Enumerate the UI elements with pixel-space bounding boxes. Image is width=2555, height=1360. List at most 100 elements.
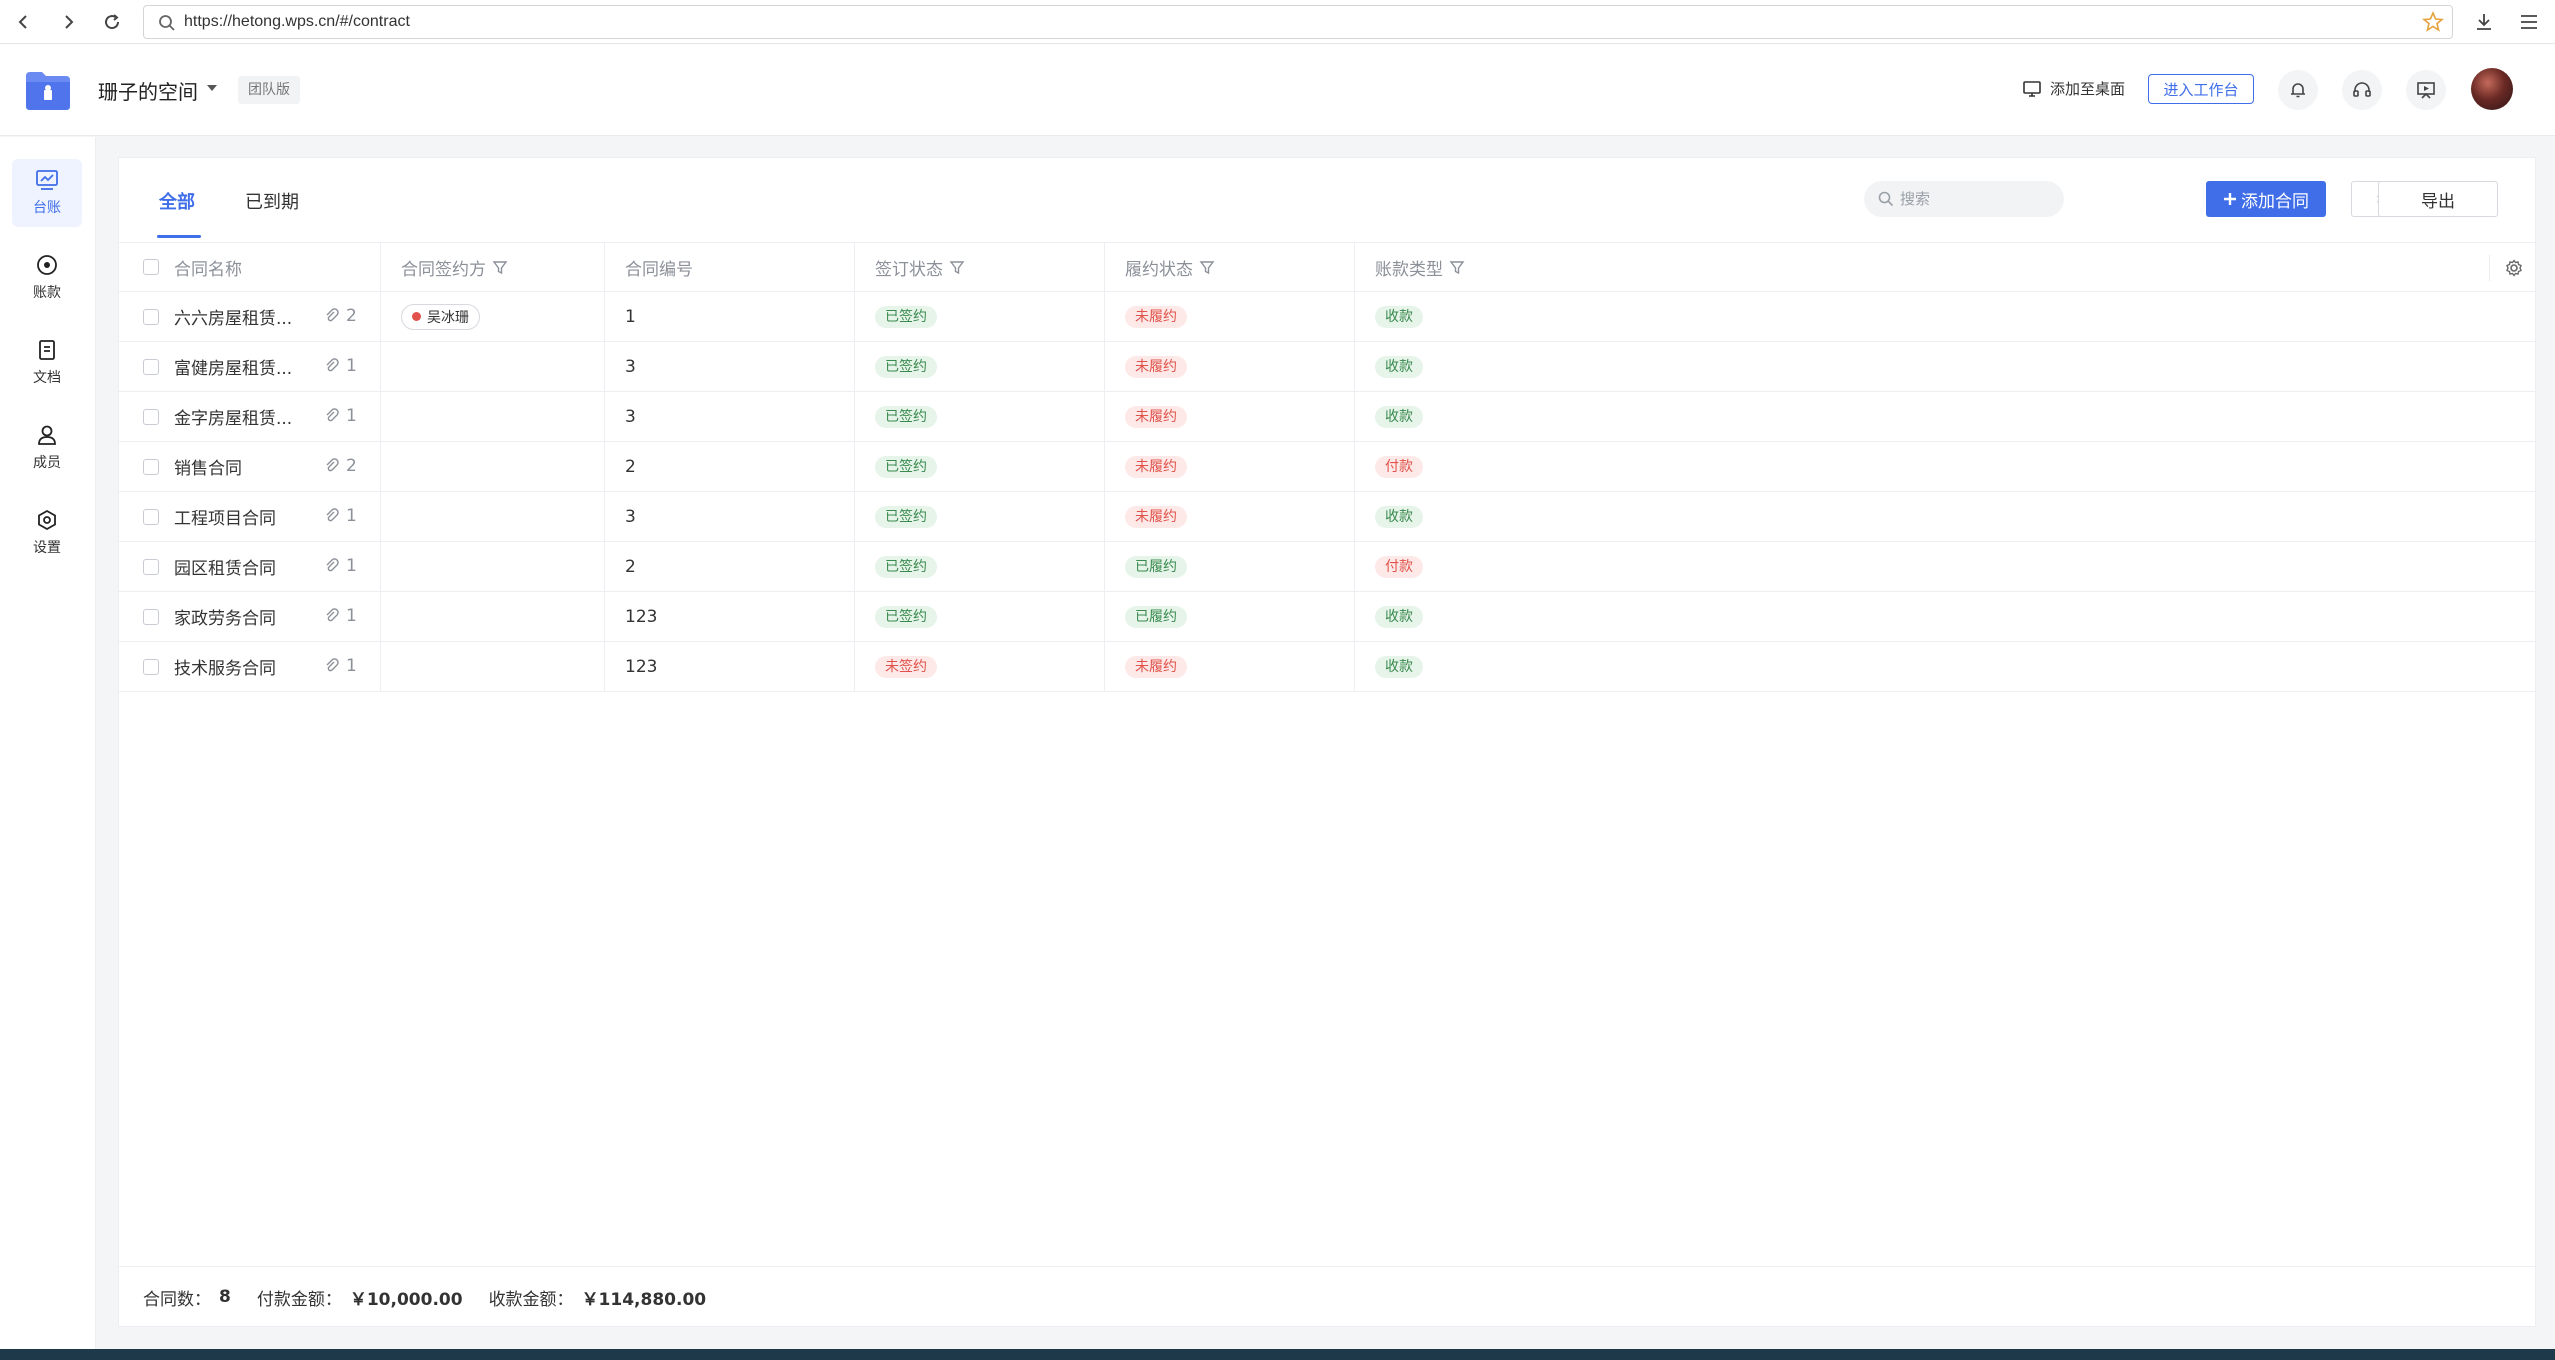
cell-payment-type: 收款 <box>1355 642 2537 691</box>
status-badge: 已签约 <box>875 455 937 478</box>
search-input[interactable] <box>1900 189 2050 209</box>
app-logo-icon <box>26 72 70 110</box>
cell-perform-status: 未履约 <box>1105 392 1355 441</box>
cell-number: 1 <box>605 292 855 341</box>
table-row[interactable]: 六六房屋租赁... 2 吴冰珊 1 已签约 未履约 收款 <box>119 292 2537 342</box>
type-badge: 付款 <box>1375 555 1423 578</box>
sidebar-item-payments[interactable]: 账款 <box>12 244 82 312</box>
tab-all[interactable]: 全部 <box>159 188 195 214</box>
column-header-sign-status: 签订状态 <box>855 243 1105 292</box>
status-badge: 未履约 <box>1125 305 1187 328</box>
select-all-checkbox[interactable] <box>143 259 159 275</box>
status-badge: 已签约 <box>875 605 937 628</box>
search-box[interactable] <box>1864 181 2064 217</box>
caret-down-icon[interactable] <box>206 84 218 92</box>
filter-icon[interactable] <box>1199 260 1215 276</box>
party-chip[interactable]: 吴冰珊 <box>401 303 480 330</box>
cell-number: 3 <box>605 342 855 391</box>
sidebar-item-members[interactable]: 成员 <box>12 414 82 482</box>
user-icon <box>38 425 56 445</box>
cell-party: 吴冰珊 <box>381 292 605 341</box>
table-row[interactable]: 富健房屋租赁... 1 3 已签约 未履约 收款 <box>119 342 2537 392</box>
address-bar[interactable]: https://hetong.wps.cn/#/contract <box>143 5 2453 39</box>
attachment-count: 1 <box>324 356 357 376</box>
add-to-desktop-button[interactable]: 添加至桌面 <box>2022 78 2125 99</box>
table-row[interactable]: 工程项目合同 1 3 已签约 未履约 收款 <box>119 492 2537 542</box>
filter-icon[interactable] <box>1449 260 1465 276</box>
hamburger-menu-icon <box>2521 15 2537 29</box>
row-checkbox[interactable] <box>143 509 159 525</box>
filter-icon[interactable] <box>949 260 965 276</box>
attachment-count: 1 <box>324 556 357 576</box>
row-checkbox[interactable] <box>143 309 159 325</box>
cell-number: 123 <box>605 592 855 641</box>
url-text: https://hetong.wps.cn/#/contract <box>184 13 410 30</box>
paperclip-icon <box>326 408 339 422</box>
cell-name[interactable]: 家政劳务合同 1 <box>119 592 381 641</box>
cell-perform-status: 未履约 <box>1105 642 1355 691</box>
row-checkbox[interactable] <box>143 409 159 425</box>
pay-amount-value: ￥10,000.00 <box>349 1289 463 1310</box>
cell-name[interactable]: 富健房屋租赁... 1 <box>119 342 381 391</box>
search-icon <box>159 15 175 31</box>
paperclip-icon <box>326 308 339 322</box>
user-avatar[interactable] <box>2471 68 2513 110</box>
status-badge: 未履约 <box>1125 655 1187 678</box>
search-icon <box>1878 191 1894 207</box>
type-badge: 付款 <box>1375 455 1423 478</box>
cell-name[interactable]: 技术服务合同 1 <box>119 642 381 691</box>
menu-button[interactable] <box>2515 8 2543 36</box>
status-badge: 已履约 <box>1125 555 1187 578</box>
receive-amount-label: 收款金额： <box>488 1289 574 1310</box>
cell-name[interactable]: 工程项目合同 1 <box>119 492 381 541</box>
cell-name[interactable]: 六六房屋租赁... 2 <box>119 292 381 341</box>
cell-party <box>381 492 605 541</box>
document-icon <box>39 340 55 360</box>
download-button[interactable] <box>2470 8 2498 36</box>
cell-name[interactable]: 园区租赁合同 1 <box>119 542 381 591</box>
bookmark-star-icon[interactable] <box>2422 11 2444 33</box>
cell-payment-type: 收款 <box>1355 292 2537 341</box>
status-badge: 未签约 <box>875 655 937 678</box>
table-row[interactable]: 金字房屋租赁... 1 3 已签约 未履约 收款 <box>119 392 2537 442</box>
row-checkbox[interactable] <box>143 609 159 625</box>
status-badge: 已签约 <box>875 505 937 528</box>
cell-perform-status: 未履约 <box>1105 342 1355 391</box>
edition-badge: 团队版 <box>238 76 300 104</box>
table-row[interactable]: 技术服务合同 1 123 未签约 未履约 收款 <box>119 642 2537 692</box>
filter-icon[interactable] <box>492 260 508 276</box>
add-contract-button[interactable]: 添加合同 <box>2206 181 2326 217</box>
row-checkbox[interactable] <box>143 359 159 375</box>
sidebar: 台账 账款 文档 成员 设置 <box>0 137 96 1349</box>
enter-workbench-button[interactable]: 进入工作台 <box>2148 74 2254 104</box>
row-checkbox[interactable] <box>143 659 159 675</box>
column-settings-button[interactable] <box>2489 255 2537 281</box>
export-button[interactable]: 导出 <box>2378 181 2498 217</box>
cell-name[interactable]: 金字房屋租赁... 1 <box>119 392 381 441</box>
row-checkbox[interactable] <box>143 459 159 475</box>
status-badge: 已签约 <box>875 355 937 378</box>
forward-button[interactable] <box>54 8 82 36</box>
sidebar-item-settings[interactable]: 设置 <box>12 499 82 567</box>
paperclip-icon <box>326 658 339 672</box>
cell-perform-status: 未履约 <box>1105 292 1355 341</box>
row-checkbox[interactable] <box>143 559 159 575</box>
reload-button[interactable] <box>98 8 126 36</box>
notifications-button[interactable] <box>2278 70 2318 110</box>
sidebar-item-documents[interactable]: 文档 <box>12 329 82 397</box>
sidebar-item-ledger[interactable]: 台账 <box>12 159 82 227</box>
table-row[interactable]: 销售合同 2 2 已签约 未履约 付款 <box>119 442 2537 492</box>
back-button[interactable] <box>10 8 38 36</box>
cell-number: 3 <box>605 492 855 541</box>
cell-name[interactable]: 销售合同 2 <box>119 442 381 491</box>
type-badge: 收款 <box>1375 605 1423 628</box>
presentation-button[interactable] <box>2406 70 2446 110</box>
table-row[interactable]: 园区租赁合同 1 2 已签约 已履约 付款 <box>119 542 2537 592</box>
cell-sign-status: 已签约 <box>855 292 1105 341</box>
status-badge: 未履约 <box>1125 505 1187 528</box>
table-row[interactable]: 家政劳务合同 1 123 已签约 已履约 收款 <box>119 592 2537 642</box>
cell-party <box>381 342 605 391</box>
space-title[interactable]: 珊子的空间 <box>98 76 198 105</box>
tab-expired[interactable]: 已到期 <box>245 188 299 214</box>
customer-service-button[interactable] <box>2342 70 2382 110</box>
